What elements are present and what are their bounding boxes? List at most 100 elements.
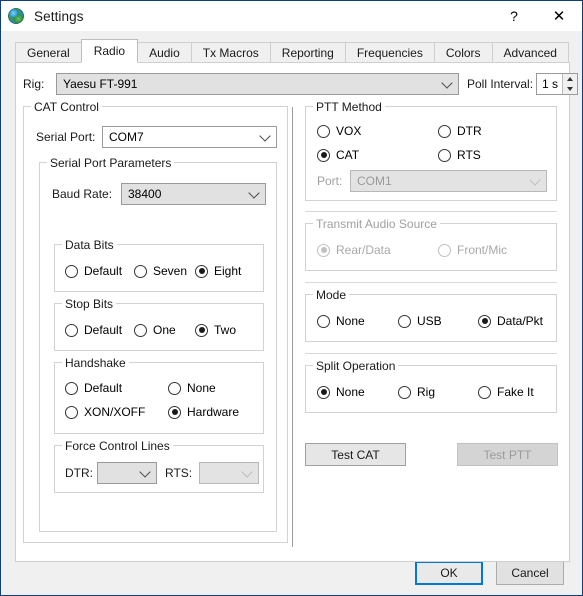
stepper-arrows[interactable]: [562, 74, 577, 94]
tab-label: General: [27, 46, 70, 60]
ptt-cat-radio[interactable]: CAT: [317, 147, 359, 163]
radio-label: Eight: [214, 264, 242, 278]
radio-label: RTS: [457, 148, 481, 162]
tab-radio[interactable]: Radio: [80, 39, 139, 63]
tab-general[interactable]: General: [15, 42, 82, 63]
serial-port-value: COM7: [109, 130, 144, 144]
chevron-down-icon: [241, 466, 253, 478]
stop-bits-two-radio[interactable]: Two: [195, 322, 236, 338]
dtr-select[interactable]: [97, 462, 157, 484]
handshake-xonxoff-radio[interactable]: XON/XOFF: [65, 404, 145, 420]
tab-audio[interactable]: Audio: [137, 42, 192, 63]
test-ptt-button: Test PTT: [457, 443, 558, 466]
radio-label: None: [336, 385, 365, 399]
radio-dot-icon: [478, 314, 491, 328]
cat-control-group: CAT Control Serial Port: COM7 Serial Por…: [23, 100, 288, 543]
stepper-up-icon[interactable]: [563, 74, 577, 84]
radio-dot-icon: [168, 405, 181, 419]
split-fake-it-radio[interactable]: Fake It: [478, 384, 534, 400]
tab-colors[interactable]: Colors: [433, 42, 493, 63]
handshake-none-radio[interactable]: None: [168, 380, 216, 396]
poll-interval-label: Poll Interval:: [467, 77, 534, 91]
tab-label: Advanced: [503, 46, 557, 60]
stepper-down-icon[interactable]: [563, 84, 577, 94]
radio-label: One: [153, 323, 176, 337]
radio-dot-icon: [317, 243, 330, 257]
serial-port-label: Serial Port:: [36, 130, 96, 144]
handshake-group: Handshake Default None XON/XOFF Hardware: [54, 356, 264, 434]
chevron-down-icon: [529, 174, 541, 186]
tab-advanced[interactable]: Advanced: [491, 42, 569, 63]
poll-interval-stepper[interactable]: 1 s: [536, 73, 578, 95]
handshake-hardware-radio[interactable]: Hardware: [168, 404, 239, 420]
tab-frequencies[interactable]: Frequencies: [344, 42, 435, 63]
split-operation-title: Split Operation: [313, 359, 399, 373]
radio-dot-icon: [317, 314, 330, 328]
question-mark-icon: ?: [510, 8, 518, 24]
stop-bits-title: Stop Bits: [62, 297, 117, 311]
mode-usb-radio[interactable]: USB: [398, 313, 442, 329]
split-rig-radio[interactable]: Rig: [398, 384, 435, 400]
cancel-label: Cancel: [511, 566, 549, 580]
radio-label: Data/Pkt: [497, 314, 544, 328]
radio-label: VOX: [336, 124, 362, 138]
rig-row: Rig: Yaesu FT-991 Poll Interval: 1 s: [23, 73, 578, 95]
radio-label: Default: [84, 381, 123, 395]
radio-dot-icon: [65, 405, 78, 419]
audio-front-mic-radio: Front/Mic: [438, 242, 507, 258]
data-bits-group: Data Bits Default Seven Eight: [54, 238, 264, 292]
tab-label: Reporting: [281, 46, 334, 60]
section-separator: [305, 211, 557, 212]
tab-label: Radio: [93, 44, 126, 58]
mode-data-pkt-radio[interactable]: Data/Pkt: [478, 313, 543, 329]
radio-label: Front/Mic: [457, 243, 508, 257]
data-bits-default-radio[interactable]: Default: [65, 263, 122, 279]
radio-dot-icon: [398, 385, 411, 399]
close-icon: ✕: [552, 7, 566, 25]
title-bar: Settings ? ✕: [1, 1, 582, 31]
serial-port-parameters-group: Serial Port Parameters Baud Rate: 38400 …: [39, 156, 277, 532]
help-button[interactable]: ?: [492, 1, 536, 31]
radio-dot-icon: [65, 323, 78, 337]
ok-label: OK: [440, 566, 458, 580]
split-none-radio[interactable]: None: [317, 384, 365, 400]
tab-tx-macros[interactable]: Tx Macros: [190, 42, 271, 63]
poll-interval-value: 1 s: [542, 77, 559, 91]
rig-label: Rig:: [23, 77, 45, 91]
handshake-default-radio[interactable]: Default: [65, 380, 122, 396]
data-bits-eight-radio[interactable]: Eight: [195, 263, 241, 279]
radio-dot-icon: [478, 385, 491, 399]
tab-reporting[interactable]: Reporting: [269, 42, 346, 63]
ptt-vox-radio[interactable]: VOX: [317, 123, 361, 139]
serial-port-select[interactable]: COM7: [102, 126, 277, 148]
close-button[interactable]: ✕: [536, 1, 582, 31]
radio-dot-icon: [438, 124, 451, 138]
radio-label: Seven: [153, 264, 188, 278]
chevron-down-icon: [248, 187, 260, 199]
cancel-button[interactable]: Cancel: [496, 561, 564, 585]
test-cat-button[interactable]: Test CAT: [305, 443, 406, 466]
audio-rear-data-radio: Rear/Data: [317, 242, 391, 258]
mode-none-radio[interactable]: None: [317, 313, 365, 329]
radio-label: USB: [417, 314, 442, 328]
cat-control-title: CAT Control: [31, 100, 102, 114]
globe-icon: [8, 8, 24, 24]
radio-label: XON/XOFF: [84, 405, 146, 419]
stop-bits-default-radio[interactable]: Default: [65, 322, 122, 338]
radio-label: Fake It: [497, 385, 534, 399]
transmit-audio-source-group: Transmit Audio Source Rear/Data Front/Mi…: [305, 217, 557, 271]
ptt-dtr-radio[interactable]: DTR: [438, 123, 482, 139]
stop-bits-one-radio[interactable]: One: [134, 322, 176, 338]
ok-button[interactable]: OK: [415, 561, 483, 585]
baud-rate-select[interactable]: 38400: [121, 183, 266, 205]
rig-select[interactable]: Yaesu FT-991: [56, 73, 459, 95]
ptt-rts-radio[interactable]: RTS: [438, 147, 481, 163]
data-bits-seven-radio[interactable]: Seven: [134, 263, 187, 279]
baud-rate-label: Baud Rate:: [52, 187, 113, 201]
radio-dot-icon: [317, 385, 330, 399]
split-operation-group: Split Operation None Rig Fake It: [305, 359, 557, 413]
test-cat-label: Test CAT: [331, 447, 380, 462]
radio-dot-icon: [317, 124, 330, 138]
radio-dot-icon: [134, 323, 147, 337]
radio-label: Hardware: [187, 405, 240, 419]
